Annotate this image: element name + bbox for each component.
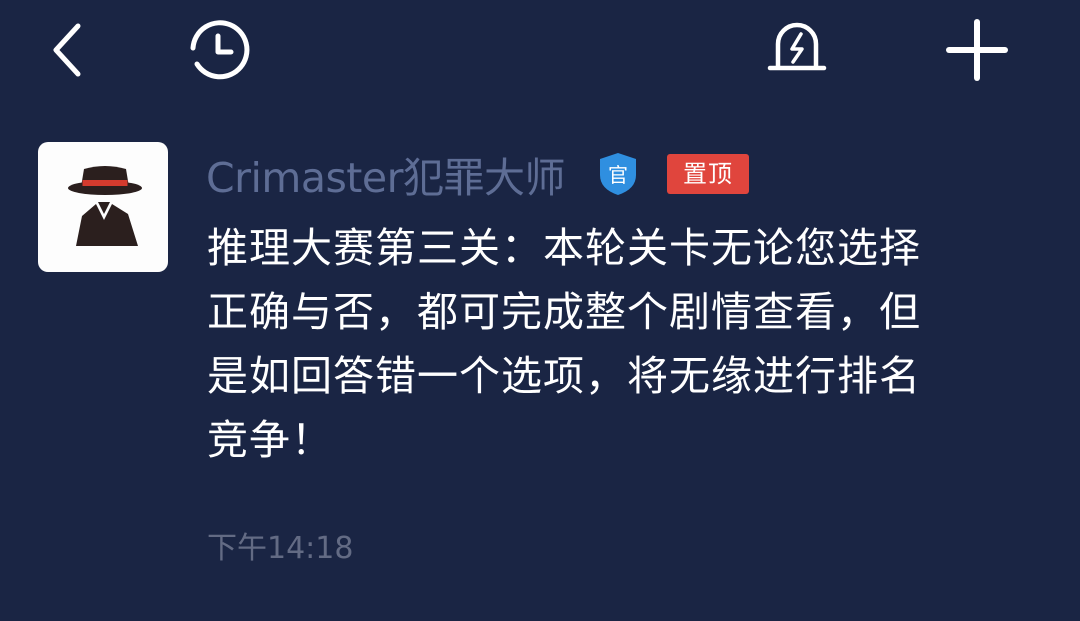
alarm-button[interactable]: [764, 18, 830, 80]
pinned-badge: 置顶: [666, 154, 749, 194]
avatar[interactable]: [38, 142, 168, 272]
plus-icon: [946, 19, 1008, 81]
detective-logo-icon: [68, 166, 142, 246]
message-timestamp: 下午14:18: [207, 531, 354, 566]
top-bar: [0, 0, 1080, 100]
back-button[interactable]: [44, 20, 94, 80]
message-text: 推理大赛第三关：本轮关卡无论您选择正确与否，都可完成整个剧情查看，但是如回答错一…: [207, 224, 921, 464]
alarm-bell-icon: [767, 22, 827, 71]
history-button[interactable]: [183, 18, 253, 84]
message-item[interactable]: Crimaster犯罪大师 官 置顶 推理大赛第三关：本轮关卡无论您选择正确与否…: [0, 130, 1080, 590]
official-badge-text: 官: [608, 163, 628, 187]
official-badge-icon: 官: [599, 153, 636, 195]
add-button[interactable]: [940, 14, 1014, 86]
chevron-left-icon: [53, 23, 81, 77]
sender-row: Crimaster犯罪大师 官 置顶: [206, 146, 749, 202]
sender-name[interactable]: Crimaster犯罪大师: [206, 144, 565, 204]
clock-icon: [190, 20, 250, 80]
